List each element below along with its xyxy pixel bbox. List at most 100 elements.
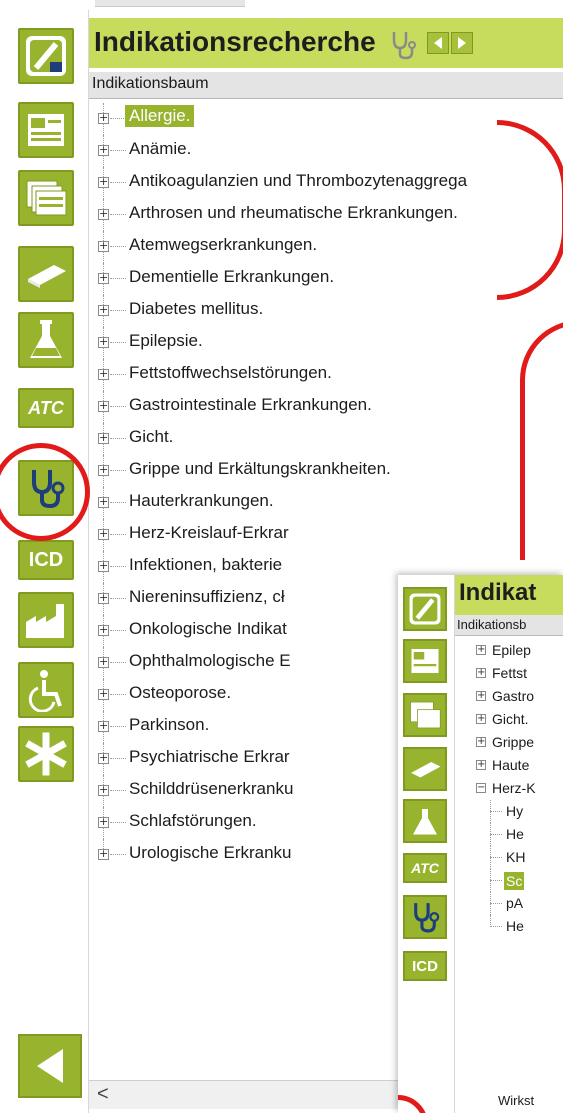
tree-item[interactable]: + Anämie. xyxy=(92,135,562,167)
tree-item-label[interactable]: Niereninsuffizienz, cł xyxy=(129,587,285,607)
tree-item-label[interactable]: Sc xyxy=(504,872,525,890)
tree-item-label[interactable]: Epilepsie. xyxy=(129,331,203,351)
tree-item-label[interactable]: Psychiatrische Erkrar xyxy=(129,747,290,767)
tree-item-label[interactable]: Atemwegserkrankungen. xyxy=(129,235,317,255)
tree-item[interactable]: + Herz-Kreislauf-Erkrar xyxy=(92,519,562,551)
expand-plus-icon[interactable]: + xyxy=(98,496,109,508)
pages-icon[interactable] xyxy=(403,693,447,737)
atc-icon[interactable]: ATC xyxy=(403,853,447,883)
expand-plus-icon[interactable]: + xyxy=(98,592,109,604)
expand-plus-icon[interactable]: + xyxy=(98,848,109,860)
tree-item[interactable]: + Epilep xyxy=(458,639,563,662)
tree-item-label[interactable]: Fettst xyxy=(492,665,527,681)
tree-item[interactable]: + Allergie. xyxy=(92,103,562,135)
expand-plus-icon[interactable]: + xyxy=(98,784,109,796)
tree-child-item[interactable]: Sc xyxy=(458,869,563,892)
tree-item-label[interactable]: Parkinson. xyxy=(129,715,209,735)
tree-item-label[interactable]: KH xyxy=(506,849,525,865)
tree-item-label[interactable]: Gastrointestinale Erkrankungen. xyxy=(129,395,372,415)
tree-item-label[interactable]: Grippe xyxy=(492,734,534,750)
tree-item-label[interactable]: Diabetes mellitus. xyxy=(129,299,263,319)
tree-child-item[interactable]: He xyxy=(458,915,563,938)
logo-icon[interactable] xyxy=(403,587,447,631)
expand-plus-icon[interactable]: + xyxy=(476,668,486,678)
collapse-minus-icon[interactable]: − xyxy=(476,783,486,793)
tree-item-label[interactable]: pA xyxy=(506,895,523,911)
tree-item-label[interactable]: Schlafstörungen. xyxy=(129,811,257,831)
tree-item[interactable]: + Arthrosen und rheumatische Erkrankungen… xyxy=(92,199,562,231)
tree-item-label[interactable]: Hauterkrankungen. xyxy=(129,491,274,511)
wheelchair-icon[interactable] xyxy=(18,662,74,718)
tree-item-label[interactable]: Infektionen, bakterie xyxy=(129,555,282,575)
expand-plus-icon[interactable]: + xyxy=(476,691,486,701)
tree-item-label[interactable]: Haute xyxy=(492,757,529,773)
tree-child-item[interactable]: KH xyxy=(458,846,563,869)
tree-child-item[interactable]: He xyxy=(458,823,563,846)
tree-item-label[interactable]: Onkologische Indikat xyxy=(129,619,287,639)
tree-item-label[interactable]: Anämie. xyxy=(129,139,191,159)
logo-icon[interactable] xyxy=(18,28,74,84)
expand-plus-icon[interactable]: + xyxy=(98,624,109,636)
nav-back-button[interactable] xyxy=(427,32,449,54)
expand-plus-icon[interactable]: + xyxy=(98,432,109,444)
tree-item-label[interactable]: Gastro xyxy=(492,688,534,704)
atc-icon[interactable]: ATC xyxy=(18,388,74,428)
tree-item[interactable]: + Gicht. xyxy=(458,708,563,731)
tree-item-label[interactable]: Hy xyxy=(506,803,523,819)
tree-item[interactable]: + Diabetes mellitus. xyxy=(92,295,562,327)
expand-plus-icon[interactable]: + xyxy=(98,816,109,828)
nav-forward-button[interactable] xyxy=(451,32,473,54)
tree-item[interactable]: + Gicht. xyxy=(92,423,562,455)
expand-plus-icon[interactable]: + xyxy=(476,760,486,770)
expand-plus-icon[interactable]: + xyxy=(98,176,109,188)
tree-item-label[interactable]: Osteoporose. xyxy=(129,683,231,703)
tree-item[interactable]: + Epilepsie. xyxy=(92,327,562,359)
expand-plus-icon[interactable]: + xyxy=(476,645,486,655)
flask-icon[interactable] xyxy=(403,799,447,843)
expand-plus-icon[interactable]: + xyxy=(98,400,109,412)
tree-item-expanded[interactable]: − Herz-K xyxy=(458,777,563,800)
tree-item[interactable]: + Gastrointestinale Erkrankungen. xyxy=(92,391,562,423)
icd-icon[interactable]: ICD xyxy=(403,951,447,981)
horizontal-scrollbar[interactable]: < xyxy=(89,1080,419,1109)
expand-plus-icon[interactable]: + xyxy=(98,528,109,540)
expand-plus-icon[interactable]: + xyxy=(98,752,109,764)
tree-item[interactable]: + Antikoagulanzien und Thrombozytenaggreg… xyxy=(92,167,562,199)
icd-icon[interactable]: ICD xyxy=(18,540,74,580)
tree-item[interactable]: + Fettstoffwechselstörungen. xyxy=(92,359,562,391)
expand-plus-icon[interactable]: + xyxy=(476,737,486,747)
expand-plus-icon[interactable]: + xyxy=(98,240,109,252)
tree-item[interactable]: + Hauterkrankungen. xyxy=(92,487,562,519)
scroll-left-arrow[interactable]: < xyxy=(97,1083,109,1106)
flask-icon[interactable] xyxy=(18,312,74,368)
tree-item[interactable]: + Dementielle Erkrankungen. xyxy=(92,263,562,295)
tree-item[interactable]: + Atemwegserkrankungen. xyxy=(92,231,562,263)
expand-plus-icon[interactable]: + xyxy=(98,688,109,700)
expand-plus-icon[interactable]: + xyxy=(98,464,109,476)
document-icon[interactable] xyxy=(403,639,447,683)
stethoscope-small-icon[interactable] xyxy=(388,28,422,68)
pages-icon[interactable] xyxy=(18,170,74,226)
tree-item-label[interactable]: Arthrosen und rheumatische Erkrankungen. xyxy=(129,203,458,223)
expand-plus-icon[interactable]: + xyxy=(98,368,109,380)
tree-item-label[interactable]: Gicht. xyxy=(492,711,529,727)
tree-item-label[interactable]: Urologische Erkranku xyxy=(129,843,292,863)
expand-plus-icon[interactable]: + xyxy=(98,304,109,316)
tree-item[interactable]: + Haute xyxy=(458,754,563,777)
expand-plus-icon[interactable]: + xyxy=(98,144,109,156)
tree-item-label[interactable]: Allergie. xyxy=(125,105,195,127)
tree-item[interactable]: + Grippe und Erkältungskrankheiten. xyxy=(92,455,562,487)
expand-plus-icon[interactable]: + xyxy=(98,272,109,284)
expand-plus-icon[interactable]: + xyxy=(98,656,109,668)
factory-icon[interactable] xyxy=(18,592,74,648)
expand-plus-icon[interactable]: + xyxy=(476,714,486,724)
tree-item-label[interactable]: Ophthalmologische E xyxy=(129,651,291,671)
asterisk-icon[interactable] xyxy=(18,726,74,782)
tree-item-label[interactable]: Dementielle Erkrankungen. xyxy=(129,267,334,287)
tree-item[interactable]: + Fettst xyxy=(458,662,563,685)
tree-child-item[interactable]: pA xyxy=(458,892,563,915)
tree-item-label[interactable]: He xyxy=(506,826,524,842)
expand-plus-icon[interactable]: + xyxy=(98,208,109,220)
tree-item-label[interactable]: Gicht. xyxy=(129,427,173,447)
tree-item[interactable]: + Grippe xyxy=(458,731,563,754)
